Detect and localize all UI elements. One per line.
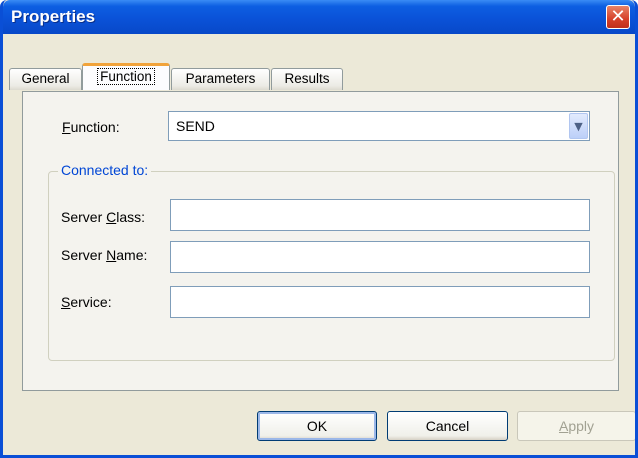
tab-general[interactable]: General bbox=[9, 68, 82, 90]
server-name-label: Server Name: bbox=[61, 247, 148, 263]
function-label: Function: bbox=[62, 119, 120, 135]
properties-dialog: Properties ✕ General Function Parameters… bbox=[0, 0, 638, 458]
window-title: Properties bbox=[11, 7, 96, 26]
tab-results[interactable]: Results bbox=[271, 68, 343, 90]
service-input[interactable] bbox=[170, 286, 590, 318]
chevron-down-icon[interactable]: ▼ bbox=[569, 113, 588, 139]
title-bar[interactable]: Properties ✕ bbox=[3, 0, 635, 34]
tab-parameters[interactable]: Parameters bbox=[171, 68, 270, 90]
function-dropdown[interactable]: SEND ▼ bbox=[168, 111, 590, 141]
ok-button[interactable]: OK bbox=[257, 411, 377, 441]
tab-function[interactable]: Function bbox=[82, 63, 170, 90]
cancel-button[interactable]: Cancel bbox=[387, 411, 508, 441]
server-name-input[interactable] bbox=[170, 241, 590, 273]
close-icon: ✕ bbox=[610, 6, 626, 27]
function-tab-panel: Function: SEND ▼ Connected to: Server Cl… bbox=[22, 91, 619, 391]
server-class-input[interactable] bbox=[170, 199, 590, 231]
service-label: Service: bbox=[61, 294, 112, 310]
close-button[interactable]: ✕ bbox=[606, 5, 630, 29]
apply-button[interactable]: Apply bbox=[517, 411, 635, 441]
function-dropdown-value: SEND bbox=[176, 118, 215, 134]
connected-to-label: Connected to: bbox=[58, 162, 152, 178]
server-class-label: Server Class: bbox=[61, 209, 146, 225]
